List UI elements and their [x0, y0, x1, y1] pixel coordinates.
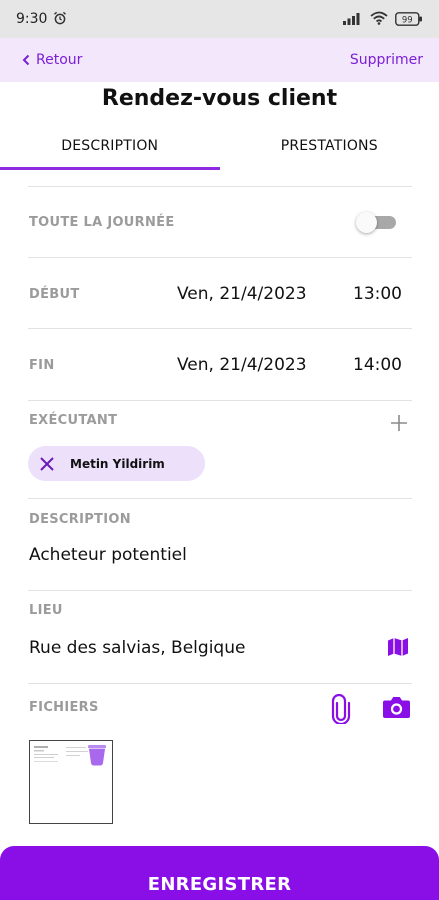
tab-bar: DESCRIPTION PRESTATIONS [0, 122, 439, 170]
all-day-toggle[interactable] [356, 212, 398, 233]
description-label: DESCRIPTION [29, 512, 131, 527]
app-bar: Retour Supprimer [0, 38, 439, 82]
toggle-knob [356, 212, 377, 233]
map-icon [388, 638, 408, 656]
executor-name: Metin Yildirim [70, 456, 165, 471]
close-icon [40, 456, 54, 471]
document-preview-icon [34, 745, 106, 766]
start-label: DÉBUT [29, 287, 80, 302]
divider [28, 257, 412, 258]
camera-button[interactable] [382, 695, 411, 723]
delete-button[interactable]: Supprimer [350, 52, 423, 68]
chevron-left-icon [22, 54, 30, 66]
signal-icon [343, 10, 363, 29]
location-label: LIEU [29, 603, 63, 618]
divider [28, 186, 412, 187]
save-button[interactable]: ENREGISTRER [0, 846, 439, 900]
battery-level: 99 [402, 15, 413, 25]
map-button[interactable] [387, 636, 409, 662]
alarm-icon [53, 10, 67, 29]
remove-executor-button[interactable] [38, 455, 56, 473]
wifi-icon [370, 10, 388, 29]
back-button[interactable]: Retour [22, 52, 82, 68]
all-day-label: TOUTE LA JOURNÉE [29, 215, 175, 230]
paperclip-icon [331, 693, 351, 726]
status-time: 9:30 [16, 11, 48, 27]
divider [28, 683, 412, 684]
executor-chip: Metin Yildirim [28, 446, 205, 481]
files-label: FICHIERS [29, 700, 99, 715]
divider [28, 328, 412, 329]
back-label: Retour [36, 52, 83, 68]
tab-prestations[interactable]: PRESTATIONS [220, 122, 439, 170]
plus-icon [391, 415, 407, 431]
camera-icon [383, 697, 410, 718]
description-field[interactable]: Acheteur potentiel [29, 545, 187, 565]
status-bar: 9:30 99 [0, 0, 439, 38]
location-field[interactable]: Rue des salvias, Belgique [29, 638, 245, 658]
divider [28, 498, 412, 499]
executor-label: EXÉCUTANT [29, 413, 118, 428]
file-thumbnail[interactable] [29, 740, 113, 824]
battery-icon: 99 [395, 12, 423, 26]
start-date[interactable]: Ven, 21/4/2023 [177, 284, 307, 304]
divider [28, 590, 412, 591]
add-executor-button[interactable] [388, 412, 410, 434]
end-time[interactable]: 14:00 [353, 355, 402, 375]
divider [28, 400, 412, 401]
end-date[interactable]: Ven, 21/4/2023 [177, 355, 307, 375]
end-label: FIN [29, 358, 55, 373]
attach-button[interactable] [331, 693, 351, 728]
tab-description[interactable]: DESCRIPTION [0, 122, 220, 170]
start-time[interactable]: 13:00 [353, 284, 402, 304]
page-title: Rendez-vous client [101, 86, 338, 111]
